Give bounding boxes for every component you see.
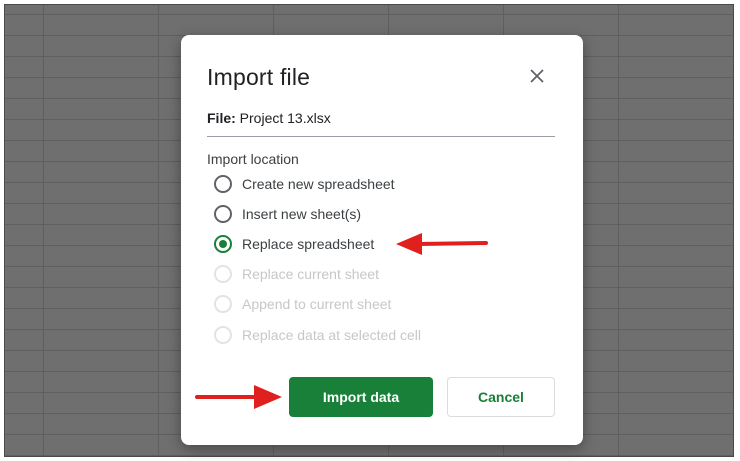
import-location-label: Import location — [207, 151, 299, 167]
option-label: Replace data at selected cell — [242, 327, 421, 343]
radio-button-selected[interactable] — [214, 235, 232, 253]
dialog-title: Import file — [207, 64, 311, 90]
option-replace-spreadsheet[interactable]: Replace spreadsheet — [214, 233, 374, 255]
red-arrow-icon — [195, 385, 282, 409]
radio-button[interactable] — [214, 175, 232, 193]
option-create-new-spreadsheet[interactable]: Create new spreadsheet — [214, 173, 395, 195]
option-append-to-current-sheet: Append to current sheet — [214, 293, 391, 315]
close-button[interactable] — [524, 63, 550, 89]
radio-button[interactable] — [214, 205, 232, 223]
option-replace-current-sheet: Replace current sheet — [214, 263, 379, 285]
file-info: File: Project 13.xlsx — [207, 110, 331, 126]
radio-button-disabled — [214, 295, 232, 313]
import-data-button[interactable]: Import data — [289, 377, 433, 417]
option-label: Append to current sheet — [242, 296, 392, 312]
option-insert-new-sheets[interactable]: Insert new sheet(s) — [214, 203, 361, 225]
close-icon — [530, 69, 544, 83]
radio-button-disabled — [214, 265, 232, 283]
divider — [207, 136, 555, 137]
option-replace-data-at-selected-cell: Replace data at selected cell — [214, 324, 421, 346]
option-label: Insert new sheet(s) — [242, 206, 362, 222]
file-name: Project 13.xlsx — [239, 110, 331, 126]
cancel-button[interactable]: Cancel — [447, 377, 555, 417]
file-label: File: — [207, 110, 236, 126]
radio-button-disabled — [214, 326, 232, 344]
option-label: Replace current sheet — [242, 266, 379, 282]
option-label: Create new spreadsheet — [242, 176, 395, 192]
red-arrow-icon — [396, 233, 488, 255]
option-label: Replace spreadsheet — [242, 236, 375, 252]
